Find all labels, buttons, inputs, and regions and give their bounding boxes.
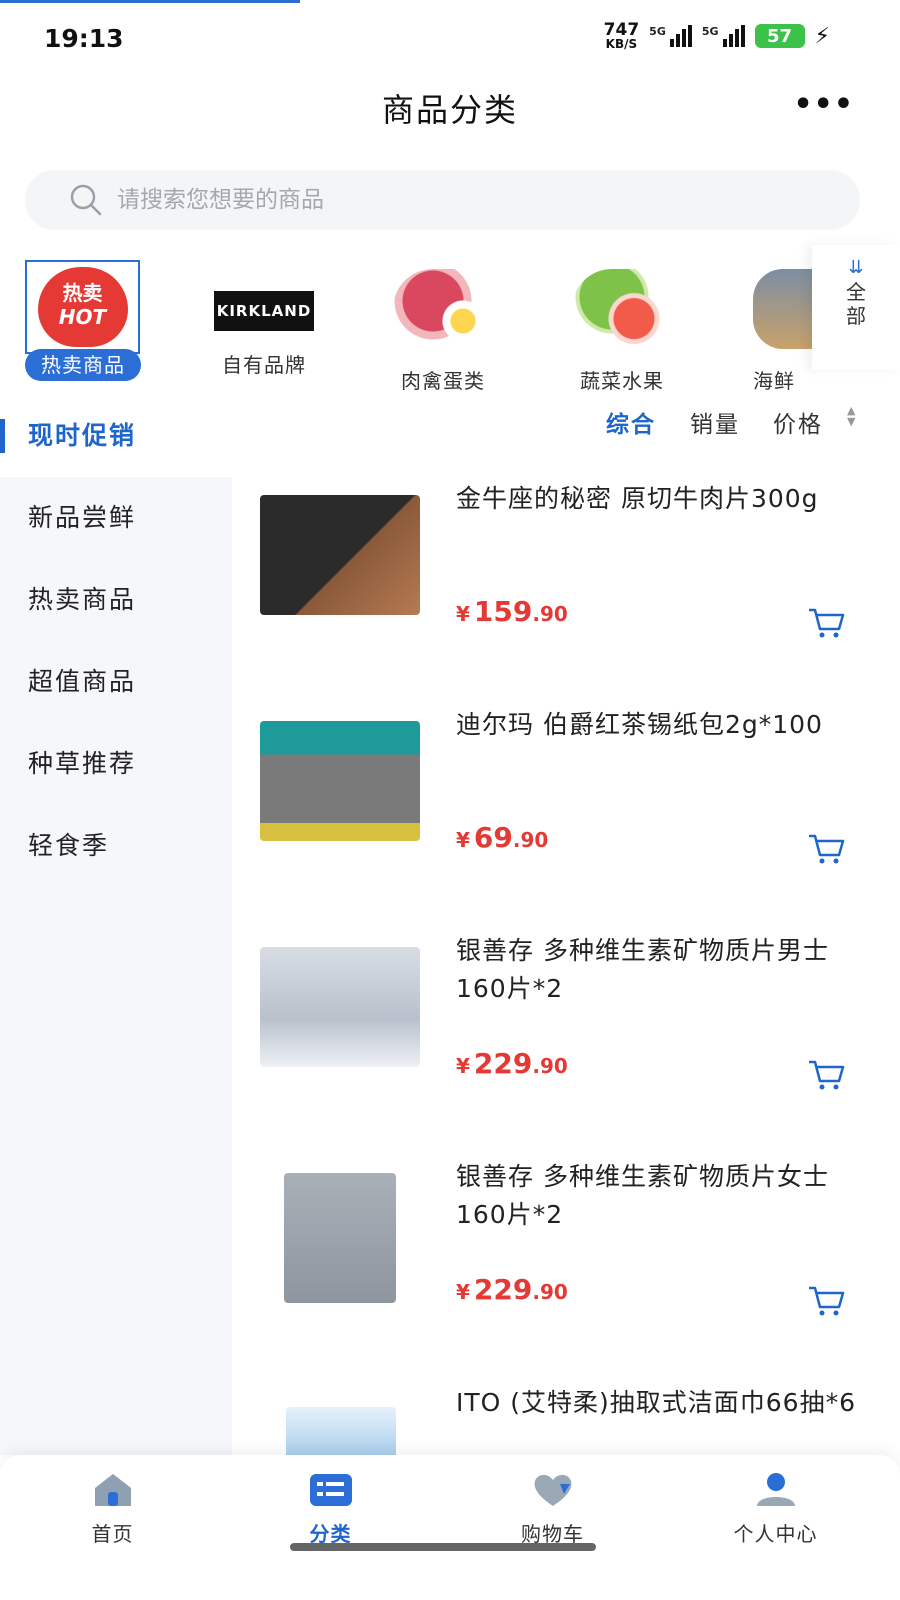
sim1-label: 5G: [649, 25, 666, 38]
sidebar-item-new[interactable]: 新品尝鲜: [0, 477, 232, 559]
home-indicator: [290, 1543, 596, 1551]
price-integer: 159: [473, 595, 533, 628]
category-label: 蔬菜水果: [580, 369, 664, 393]
price-decimal: .90: [532, 1280, 568, 1304]
net-speed-value: 747: [603, 20, 640, 40]
product-name: ITO (艾特柔)抽取式洁面巾66抽*6: [456, 1388, 856, 1417]
product-name: 金牛座的秘密 原切牛肉片300g: [456, 484, 819, 513]
price-decimal: .90: [532, 1054, 568, 1078]
flame-icon: 热卖 HOT: [37, 267, 128, 347]
seafood-image: [753, 269, 813, 349]
tab-label: 个人中心: [733, 1522, 818, 1546]
category-row: 热卖 HOT 热卖商品 KIRKLAND 自有品牌 肉禽蛋类 蔬菜水果 海鲜: [0, 245, 900, 393]
price-integer: 229: [473, 1047, 533, 1080]
signal-icon: 5G: [649, 25, 692, 47]
more-icon[interactable]: •••: [793, 87, 854, 122]
sidebar-item-recommend[interactable]: 种草推荐: [0, 723, 232, 805]
search-input[interactable]: [117, 187, 717, 213]
product-item[interactable]: 银善存 多种维生素矿物质片女士160片*2 ¥229.90: [232, 1133, 900, 1359]
heart-icon: [534, 1474, 571, 1506]
add-to-cart-icon[interactable]: [806, 1057, 846, 1093]
sort-down-icon: ⇊: [848, 257, 864, 278]
price-decimal: .90: [512, 828, 549, 852]
price-currency: ¥: [456, 1280, 470, 1304]
add-to-cart-icon[interactable]: [806, 605, 846, 641]
category-label: 海鲜: [753, 369, 795, 393]
page-title: 商品分类: [381, 91, 518, 129]
category-label: 热卖商品: [25, 349, 141, 381]
tab-label: 首页: [91, 1522, 134, 1546]
product-item[interactable]: 金牛座的秘密 原切牛肉片300g ¥159.90: [232, 455, 900, 681]
signal-icon-2: 5G: [702, 25, 745, 47]
product-item[interactable]: 迪尔玛 伯爵红茶锡纸包2g*100 ¥69.90: [232, 681, 900, 907]
status-time: 19:13: [44, 24, 124, 53]
sort-sales[interactable]: 销量: [690, 405, 740, 439]
charging-icon: ⚡: [814, 23, 830, 49]
sidebar-item-light-meal[interactable]: 轻食季: [0, 805, 232, 887]
kirkland-logo: KIRKLAND: [214, 291, 314, 331]
status-bar: 19:13 747 KB/S 5G 5G 57 ⚡: [0, 0, 900, 75]
meat-egg-image: [393, 269, 493, 349]
sim2-label: 5G: [701, 25, 719, 38]
home-icon: [94, 1474, 131, 1506]
status-icons: 747 KB/S 5G 5G 57 ⚡: [603, 20, 830, 51]
product-price: ¥229.90: [456, 1273, 568, 1306]
search-bar[interactable]: [25, 170, 860, 230]
search-icon: [70, 184, 102, 216]
hot-badge-text: 热卖: [62, 281, 103, 305]
user-icon: [756, 1473, 795, 1506]
add-to-cart-icon[interactable]: [806, 831, 846, 867]
bottom-tab-bar: 首页 分类 购物车 个人中心: [0, 1455, 900, 1600]
sort-price[interactable]: 价格: [773, 405, 823, 439]
category-label: 自有品牌: [222, 353, 306, 377]
price-currency: ¥: [456, 602, 470, 626]
price-currency: ¥: [456, 828, 470, 852]
hot-badge-text-en: HOT: [58, 305, 107, 329]
category-own-brand[interactable]: KIRKLAND 自有品牌: [184, 255, 344, 378]
add-to-cart-icon[interactable]: [806, 1283, 846, 1319]
product-image: [260, 495, 420, 615]
product-name: 迪尔玛 伯爵红茶锡纸包2g*100: [456, 710, 823, 739]
product-list: 金牛座的秘密 原切牛肉片300g ¥159.90 迪尔玛 伯爵红茶锡纸包2g*1…: [232, 455, 900, 1455]
price-decimal: .90: [532, 602, 568, 626]
category-icon: [309, 1474, 352, 1506]
category-seafood[interactable]: 海鲜: [735, 255, 815, 394]
sort-comprehensive[interactable]: 综合: [606, 405, 656, 439]
product-name: 银善存 多种维生素矿物质片女士160片*2: [456, 1162, 829, 1229]
price-integer: 69: [473, 821, 513, 854]
net-speed-unit: KB/S: [605, 37, 638, 51]
sort-bar: 综合 销量 价格 ▲ ▼: [232, 395, 900, 450]
sort-arrows-icon[interactable]: ▲ ▼: [847, 405, 855, 427]
tab-profile[interactable]: 个人中心: [663, 1470, 888, 1547]
product-image: [260, 721, 420, 841]
app-header: 商品分类 •••: [0, 75, 900, 145]
product-price: ¥229.90: [456, 1047, 568, 1080]
hot-badge: 热卖 HOT: [25, 260, 140, 354]
all-label: 全部: [846, 280, 866, 328]
sidebar-item-value[interactable]: 超值商品: [0, 641, 232, 723]
category-label: 肉禽蛋类: [401, 369, 485, 393]
product-name: 银善存 多种维生素矿物质片男士160片*2: [456, 936, 829, 1003]
category-veg-fruit[interactable]: 蔬菜水果: [542, 255, 702, 394]
sidebar-item-hot[interactable]: 热卖商品: [0, 559, 232, 641]
category-meat-egg[interactable]: 肉禽蛋类: [363, 255, 523, 394]
product-item[interactable]: ITO (艾特柔)抽取式洁面巾66抽*6: [232, 1359, 900, 1455]
price-currency: ¥: [456, 1054, 470, 1078]
product-image: [284, 1173, 396, 1303]
veg-fruit-image: [572, 269, 672, 349]
tab-category[interactable]: 分类: [218, 1470, 443, 1547]
product-image: [286, 1407, 396, 1455]
tab-cart[interactable]: 购物车: [440, 1470, 665, 1547]
product-item[interactable]: 银善存 多种维生素矿物质片男士160片*2 ¥229.90: [232, 907, 900, 1133]
price-integer: 229: [473, 1273, 533, 1306]
product-price: ¥69.90: [456, 821, 548, 854]
tab-home[interactable]: 首页: [0, 1470, 225, 1547]
all-categories-button[interactable]: ⇊ 全部: [812, 245, 900, 370]
net-speed: 747 KB/S: [603, 20, 640, 51]
product-price: ¥159.90: [456, 595, 568, 628]
category-sidebar: 现时促销 新品尝鲜 热卖商品 超值商品 种草推荐 轻食季: [0, 395, 232, 1455]
battery-icon: 57: [754, 24, 805, 48]
sidebar-item-promotion[interactable]: 现时促销: [0, 395, 232, 477]
product-image: [260, 947, 420, 1067]
